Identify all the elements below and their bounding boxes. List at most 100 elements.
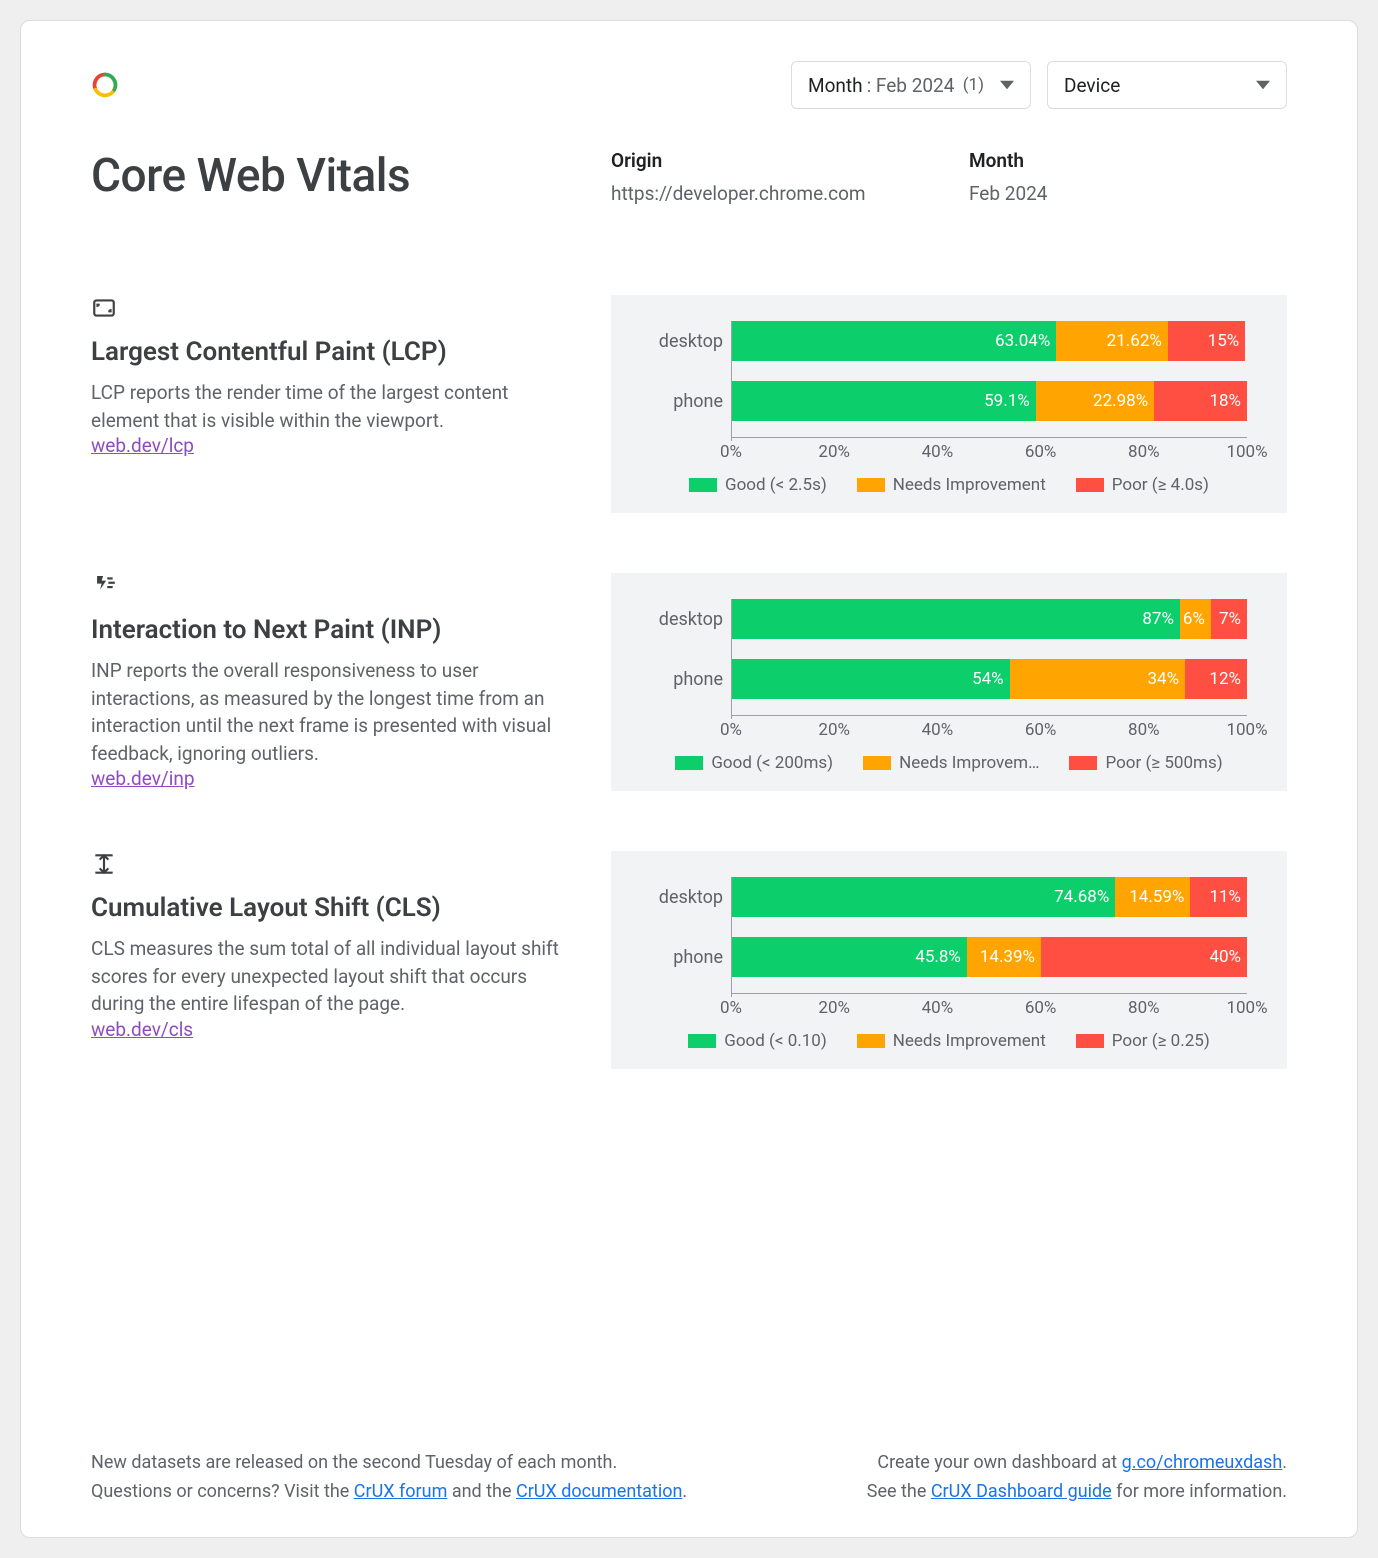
x-tick: 60% xyxy=(1025,720,1057,740)
metric-info: Interaction to Next Paint (INP) INP repo… xyxy=(91,573,571,791)
legend-item-ni: Needs Improvement xyxy=(857,475,1046,495)
chart-legend: Good (< 200ms) Needs Improvem… Poor (≥ 5… xyxy=(651,753,1247,773)
chart-row-label: phone xyxy=(651,669,723,690)
x-tick: 20% xyxy=(818,720,850,740)
chart-legend: Good (< 0.10) Needs Improvement Poor (≥ … xyxy=(651,1031,1247,1051)
legend-swatch-poor xyxy=(1069,756,1097,770)
x-axis: 0%20%40%60%80%100% xyxy=(651,715,1247,739)
footer-text: Questions or concerns? Visit the CrUX fo… xyxy=(91,1478,687,1507)
bar-segment-ni: 14.39% xyxy=(967,937,1041,977)
x-tick: 0% xyxy=(720,720,742,740)
origin-label: Origin xyxy=(611,149,929,172)
x-tick: 80% xyxy=(1128,442,1160,462)
metric-desc: CLS measures the sum total of all indivi… xyxy=(91,935,571,1018)
bar-segment-poor: 15% xyxy=(1168,321,1245,361)
x-tick: 100% xyxy=(1226,720,1267,740)
x-tick: 100% xyxy=(1226,998,1267,1018)
chart-row-label: desktop xyxy=(651,609,723,630)
month-dropdown-label: Month xyxy=(808,74,863,97)
month-dropdown-value: : Feb 2024 xyxy=(867,74,955,97)
bar-segment-ni: 14.59% xyxy=(1115,877,1190,917)
x-tick: 80% xyxy=(1128,998,1160,1018)
metric-title: Largest Contentful Paint (LCP) xyxy=(91,337,571,367)
dashboard-guide-link[interactable]: CrUX Dashboard guide xyxy=(931,1481,1112,1502)
dashboard-card: Month : Feb 2024 (1) Device Core Web Vit… xyxy=(20,20,1358,1538)
crux-logo-icon xyxy=(91,71,119,99)
chart-bar-row: 54%34%12% xyxy=(731,659,1247,699)
x-tick: 100% xyxy=(1226,442,1267,462)
legend-label: Needs Improvement xyxy=(893,1031,1046,1051)
bar-segment-ni: 22.98% xyxy=(1036,381,1154,421)
header: Core Web Vitals Origin https://developer… xyxy=(91,149,1287,205)
chart-row-label: phone xyxy=(651,391,723,412)
month-label: Month xyxy=(969,149,1287,172)
footer: New datasets are released on the second … xyxy=(91,1449,1287,1507)
legend-swatch-ni xyxy=(857,478,885,492)
bar-segment-good: 45.8% xyxy=(731,937,967,977)
chart-row-label: desktop xyxy=(651,887,723,908)
legend-item-good: Good (< 2.5s) xyxy=(689,475,827,495)
chart-plot: desktop74.68%14.59%11%phone45.8%14.39%40… xyxy=(651,877,1247,997)
legend-item-poor: Poor (≥ 4.0s) xyxy=(1076,475,1209,495)
chart-bar-row: 59.1%22.98%18% xyxy=(731,381,1247,421)
bar-segment-poor: 11% xyxy=(1190,877,1247,917)
bar-segment-poor: 7% xyxy=(1211,599,1247,639)
metric-desc: LCP reports the render time of the large… xyxy=(91,379,571,434)
metric-title: Cumulative Layout Shift (CLS) xyxy=(91,893,571,923)
metric-link[interactable]: web.dev/lcp xyxy=(91,434,194,457)
x-tick: 80% xyxy=(1128,720,1160,740)
footer-text: See the CrUX Dashboard guide for more in… xyxy=(867,1478,1287,1507)
chromeuxdash-link[interactable]: g.co/chromeuxdash xyxy=(1122,1452,1283,1473)
x-tick: 20% xyxy=(818,998,850,1018)
cls-chart: desktop74.68%14.59%11%phone45.8%14.39%40… xyxy=(611,851,1287,1069)
x-axis: 0%20%40%60%80%100% xyxy=(651,993,1247,1017)
y-axis-line xyxy=(731,321,732,441)
metric-desc: INP reports the overall responsiveness t… xyxy=(91,657,571,767)
x-axis: 0%20%40%60%80%100% xyxy=(651,437,1247,461)
bar-segment-ni: 6% xyxy=(1180,599,1211,639)
legend-label: Good (< 200ms) xyxy=(711,753,833,773)
crux-docs-link[interactable]: CrUX documentation xyxy=(516,1481,682,1502)
legend-item-good: Good (< 0.10) xyxy=(688,1031,827,1051)
inp-chart: desktop87%6%7%phone54%34%12%0%20%40%60%8… xyxy=(611,573,1287,791)
y-axis-line xyxy=(731,599,732,719)
legend-label: Needs Improvement xyxy=(893,475,1046,495)
chevron-down-icon xyxy=(1000,78,1014,92)
metric-link[interactable]: web.dev/inp xyxy=(91,767,195,790)
bar-segment-good: 87% xyxy=(731,599,1180,639)
footer-text: Create your own dashboard at g.co/chrome… xyxy=(867,1449,1287,1478)
legend-item-ni: Needs Improvem… xyxy=(863,753,1039,773)
metric-cls: Cumulative Layout Shift (CLS) CLS measur… xyxy=(91,851,1287,1069)
month-dropdown[interactable]: Month : Feb 2024 (1) xyxy=(791,61,1031,109)
legend-swatch-poor xyxy=(1076,478,1104,492)
device-dropdown[interactable]: Device xyxy=(1047,61,1287,109)
chart-bar-row: 45.8%14.39%40% xyxy=(731,937,1247,977)
device-dropdown-label: Device xyxy=(1064,74,1120,97)
bar-segment-poor: 40% xyxy=(1041,937,1247,977)
legend-item-poor: Poor (≥ 500ms) xyxy=(1069,753,1222,773)
metric-lcp: Largest Contentful Paint (LCP) LCP repor… xyxy=(91,295,1287,513)
x-tick: 40% xyxy=(922,998,954,1018)
bar-segment-good: 54% xyxy=(731,659,1010,699)
legend-swatch-good xyxy=(675,756,703,770)
legend-swatch-ni xyxy=(857,1034,885,1048)
cls-icon xyxy=(91,851,571,877)
footer-left: New datasets are released on the second … xyxy=(91,1449,687,1507)
legend-swatch-good xyxy=(689,478,717,492)
footer-right: Create your own dashboard at g.co/chrome… xyxy=(867,1449,1287,1507)
legend-label: Good (< 2.5s) xyxy=(725,475,827,495)
page-title: Core Web Vitals xyxy=(91,149,571,205)
footer-text: New datasets are released on the second … xyxy=(91,1449,687,1478)
chart-bar-row: 63.04%21.62%15% xyxy=(731,321,1247,361)
crux-forum-link[interactable]: CrUX forum xyxy=(354,1481,448,1502)
metric-link[interactable]: web.dev/cls xyxy=(91,1018,193,1041)
bar-segment-poor: 12% xyxy=(1185,659,1247,699)
chart-plot: desktop 87%6%7% phone 54%34%12% xyxy=(651,599,1247,719)
legend-swatch-ni xyxy=(863,756,891,770)
legend-label: Poor (≥ 4.0s) xyxy=(1112,475,1209,495)
legend-label: Needs Improvem… xyxy=(899,753,1039,773)
x-tick: 0% xyxy=(720,442,742,462)
month-dropdown-count: (1) xyxy=(963,75,984,95)
metric-title: Interaction to Next Paint (INP) xyxy=(91,615,571,645)
x-tick: 0% xyxy=(720,998,742,1018)
